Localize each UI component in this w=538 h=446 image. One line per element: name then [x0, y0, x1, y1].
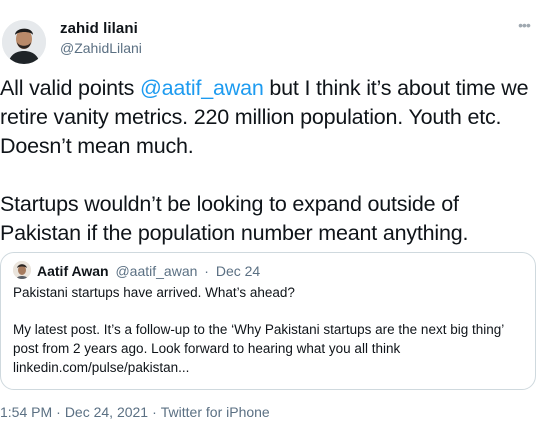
- quoted-date: Dec 24: [215, 263, 261, 279]
- quoted-text-line-2: My latest post. It’s a follow-up to the …: [13, 322, 504, 375]
- timestamp-separator-2: ·: [152, 404, 157, 420]
- quoted-tweet[interactable]: Aatif Awan @aatif_awan · Dec 24 Pakistan…: [0, 252, 536, 390]
- quoted-header: Aatif Awan @aatif_awan · Dec 24: [37, 263, 260, 279]
- quoted-avatar-image: [13, 261, 31, 279]
- tweet: zahid lilani @ZahidLilani ••• All valid …: [0, 0, 538, 446]
- tweet-paragraph-1: All valid points @aatif_awan but I think…: [0, 74, 530, 161]
- timestamp-separator-1: ·: [56, 404, 61, 420]
- tweet-text: All valid points @aatif_awan but I think…: [0, 74, 530, 248]
- quoted-author-name: Aatif Awan: [37, 263, 109, 279]
- quoted-author-handle: @aatif_awan: [115, 263, 198, 279]
- quoted-text-line-1: Pakistani startups have arrived. What’s …: [13, 285, 295, 300]
- tweet-timestamp: 1:54 PM · Dec 24, 2021 · Twitter for iPhone: [0, 404, 270, 420]
- author-avatar[interactable]: [2, 20, 46, 64]
- avatar-image: [2, 20, 46, 64]
- tweet-date[interactable]: Dec 24, 2021: [65, 404, 148, 420]
- tweet-client[interactable]: Twitter for iPhone: [161, 404, 270, 420]
- author-name[interactable]: zahid lilani: [60, 20, 138, 37]
- mention-link[interactable]: @aatif_awan: [140, 76, 264, 100]
- author-handle[interactable]: @ZahidLilani: [60, 40, 142, 56]
- tweet-time[interactable]: 1:54 PM: [0, 404, 52, 420]
- tweet-paragraph-2: Startups wouldn’t be looking to expand o…: [0, 192, 469, 245]
- tweet-text-prefix: All valid points: [0, 76, 141, 100]
- quoted-separator: ·: [204, 263, 209, 279]
- more-horizontal-icon[interactable]: •••: [512, 18, 536, 36]
- quoted-author-avatar: [13, 261, 31, 279]
